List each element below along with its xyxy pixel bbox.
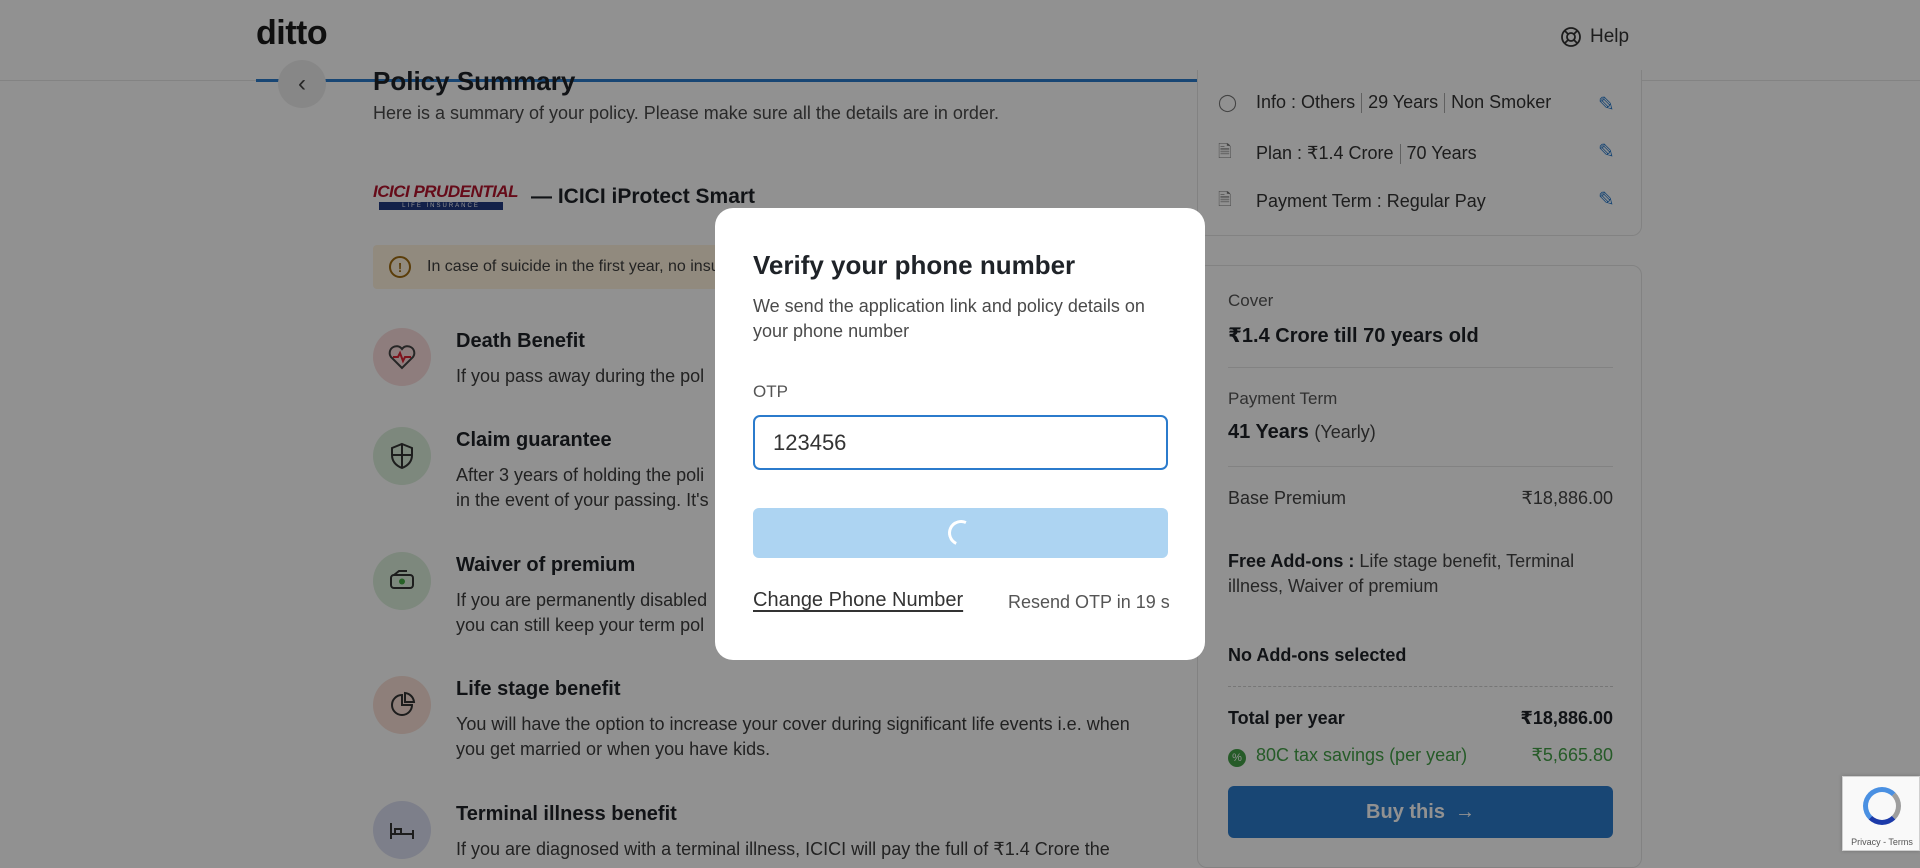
resend-otp-timer: Resend OTP in 19 s: [1008, 592, 1170, 612]
change-phone-number-link[interactable]: Change Phone Number: [753, 589, 963, 612]
loading-spinner-icon: [943, 516, 978, 550]
modal-title: Verify your phone number: [753, 250, 1076, 280]
verify-phone-modal: Verify your phone number We send the app…: [715, 208, 1205, 660]
recaptcha-text[interactable]: Privacy - Terms: [1843, 837, 1920, 847]
recaptcha-icon: [1863, 787, 1901, 825]
otp-input[interactable]: [753, 415, 1168, 470]
recaptcha-badge[interactable]: Privacy - Terms: [1842, 776, 1920, 851]
otp-label: OTP: [753, 382, 788, 401]
verify-otp-button[interactable]: [753, 508, 1168, 558]
modal-description: We send the application link and policy …: [753, 296, 1145, 341]
